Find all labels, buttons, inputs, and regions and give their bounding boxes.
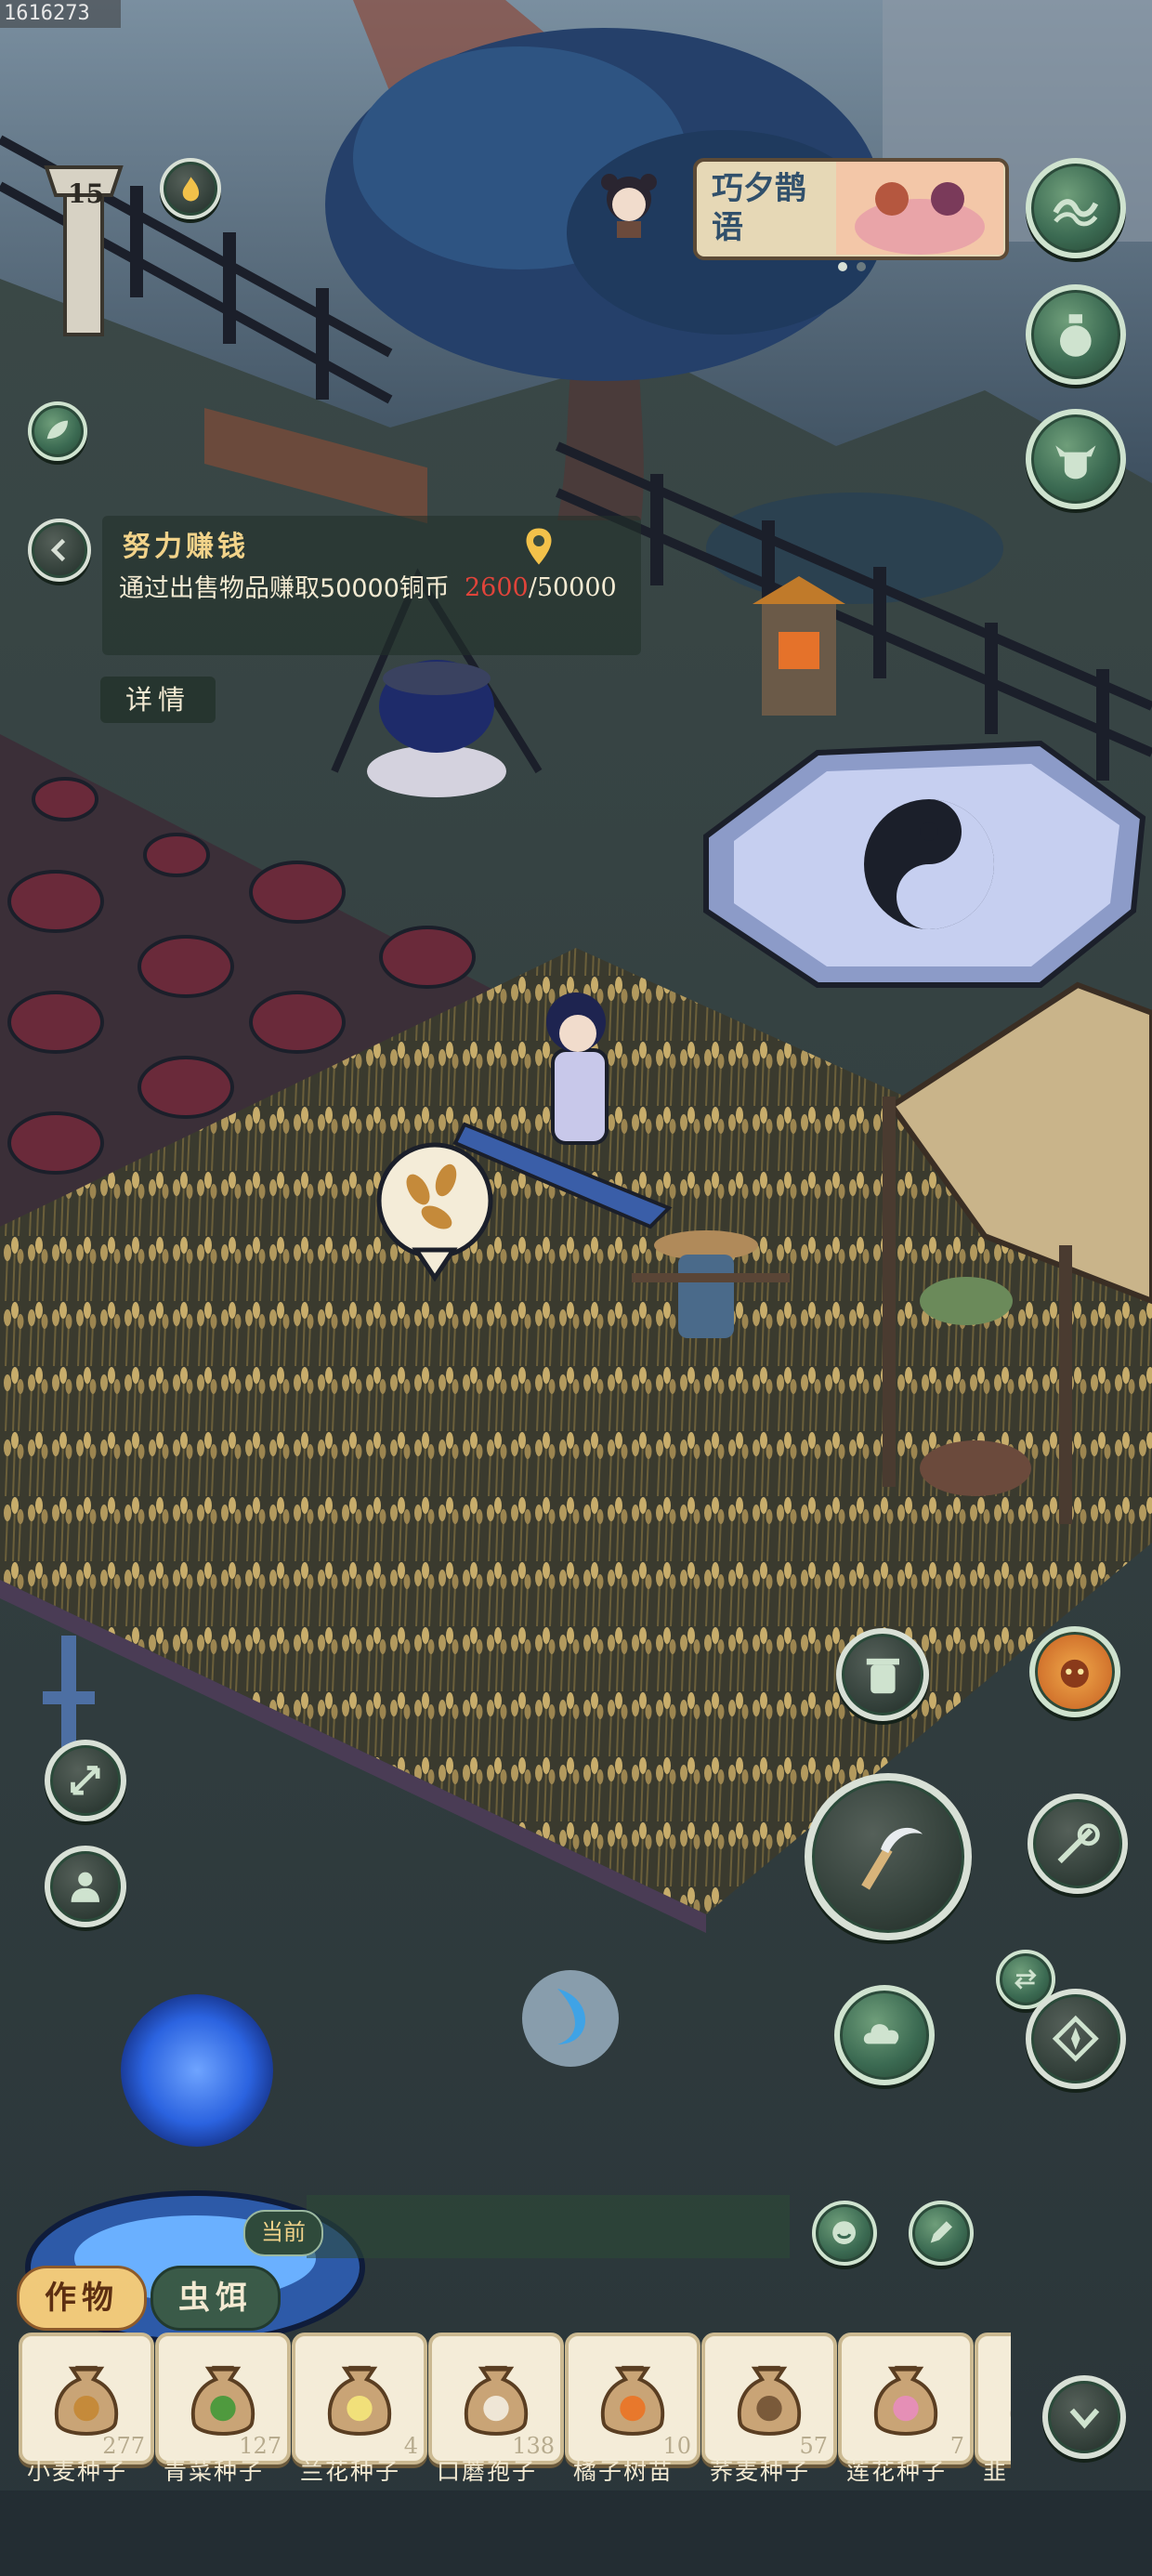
collapse-quest-button[interactable] (28, 519, 91, 582)
event-illustration-icon (836, 162, 1003, 255)
current-selection-tag: 当前 (243, 2210, 323, 2256)
flame-icon (182, 176, 199, 202)
banner-page-dot-2 (857, 262, 866, 271)
orchid-seed-bag-icon (327, 2365, 392, 2436)
banner-page-dot-1 (838, 262, 847, 271)
chat-edit-button[interactable] (909, 2201, 974, 2266)
seed-name: 橘子树苗 (572, 2458, 674, 2485)
expand-arrows-icon (71, 1766, 100, 1795)
leaf-icon (46, 420, 69, 440)
seed-slot[interactable]: 138 (428, 2333, 564, 2464)
leek-seed-bag-icon (1010, 2413, 1011, 2417)
quest-panel[interactable]: 努力赚钱 通过出售物品赚取50000铜币 2600/50000 (102, 516, 641, 655)
orange-sapling-bag-icon (600, 2365, 665, 2436)
fishing-rod-button[interactable] (1028, 1794, 1128, 1894)
leaf-button[interactable] (28, 401, 87, 461)
chevron-left-icon (50, 538, 66, 562)
seed-name: 莲花种子 (845, 2458, 947, 2485)
cloud-swirl-icon (864, 2024, 899, 2044)
lotus-seed-bag-icon (873, 2365, 938, 2436)
pet-portrait-button[interactable] (1029, 1626, 1120, 1717)
wave-skill-button[interactable] (1026, 158, 1126, 258)
seed-slot[interactable]: 277 (19, 2333, 154, 2464)
harvest-sickle-button[interactable] (805, 1773, 972, 1940)
seed-name: 韭 (983, 2458, 1009, 2485)
seed-name: 小麦种子 (26, 2458, 127, 2485)
trash-button[interactable] (836, 1628, 929, 1721)
emote-button[interactable] (812, 2201, 877, 2266)
pencil-icon (931, 2221, 953, 2243)
trash-icon (866, 1658, 899, 1693)
sickle-icon (861, 1827, 923, 1890)
location-pin-icon[interactable] (522, 525, 556, 568)
game-scene-background (0, 0, 1152, 2576)
seed-name: 口蘑孢子 (436, 2458, 537, 2485)
seed-slot[interactable]: 57 (701, 2333, 837, 2464)
quest-title: 努力赚钱 (123, 531, 249, 563)
tab-crops[interactable]: 作物 (17, 2266, 147, 2331)
fire-beast-icon (1060, 1660, 1090, 1689)
fishing-rod-icon (1057, 1823, 1100, 1864)
npc-avatar[interactable] (596, 165, 661, 240)
collapse-inventory-button[interactable] (1042, 2375, 1126, 2459)
player-level: 15 (68, 178, 104, 209)
gourd-button[interactable] (1026, 284, 1126, 385)
ox-head-icon (1055, 445, 1096, 480)
gourd-jar-icon (1060, 314, 1092, 357)
seed-slot[interactable] (975, 2333, 1011, 2464)
seed-slot[interactable]: 127 (155, 2333, 291, 2464)
cloud-skill-button[interactable] (834, 1985, 935, 2085)
quest-progress-target: /50000 (528, 573, 617, 602)
npc-portrait-icon (601, 174, 657, 238)
quest-description: 通过出售物品赚取50000铜币 (119, 574, 450, 603)
tab-bait[interactable]: 虫饵 (151, 2266, 281, 2331)
seed-name: 青菜种子 (163, 2458, 264, 2485)
expand-view-button[interactable] (45, 1740, 126, 1821)
ox-button[interactable] (1026, 409, 1126, 509)
greens-seed-bag-icon (190, 2365, 255, 2436)
quest-progress: 2600/50000 (465, 573, 617, 602)
seed-name: 荞麦种子 (709, 2458, 810, 2485)
person-icon (71, 1872, 100, 1903)
smile-icon (832, 2221, 857, 2245)
chevron-down-icon (1069, 2408, 1099, 2429)
buckwheat-seed-bag-icon (737, 2365, 802, 2436)
mushroom-spore-bag-icon (464, 2365, 529, 2436)
character-button[interactable] (45, 1846, 126, 1927)
quest-detail-button[interactable]: 详情 (100, 677, 216, 723)
seed-slot[interactable]: 7 (838, 2333, 974, 2464)
event-banner-title: 巧夕鹊语 (712, 170, 806, 246)
swap-arrows-icon (1015, 1969, 1037, 1990)
diamond-star-icon (1053, 2016, 1099, 2062)
quest-progress-current: 2600 (465, 573, 529, 602)
diamond-skill-button[interactable] (1026, 1989, 1126, 2089)
seed-name: 兰花种子 (299, 2458, 400, 2485)
seed-slot[interactable]: 10 (565, 2333, 700, 2464)
event-banner[interactable]: 巧夕鹊语 (693, 158, 1009, 260)
wave-icon (1053, 199, 1099, 227)
seed-slot[interactable]: 4 (292, 2333, 427, 2464)
screenshot-id-label: 1616273 (0, 0, 121, 28)
wheat-seed-bag-icon (54, 2365, 119, 2436)
spirit-flame-button[interactable] (160, 158, 221, 219)
